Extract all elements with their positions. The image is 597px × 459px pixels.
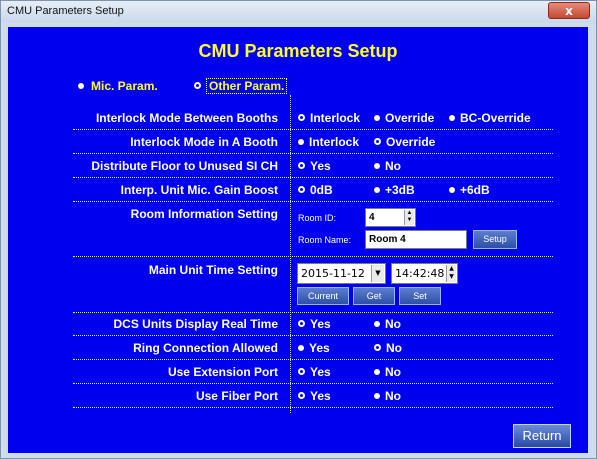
time-setting-label: Main Unit Time Setting [148, 263, 278, 277]
time-get-button[interactable]: Get [353, 287, 395, 305]
interlock-between-bc-override-radio[interactable]: BC-Override [449, 111, 531, 125]
radio-icon [298, 138, 304, 145]
radio-selected-icon [374, 138, 381, 146]
radio-selected-icon [298, 392, 305, 400]
radio-selected-icon [298, 320, 305, 328]
room-name-label: Room Name: [298, 235, 352, 245]
page-title: CMU Parameters Setup [198, 41, 398, 61]
room-setup-button[interactable]: Setup [473, 230, 517, 249]
interlock-between-interlock-radio[interactable]: Interlock [298, 111, 360, 125]
fiber-no-radio[interactable]: No [374, 389, 401, 403]
row-separator [73, 177, 553, 178]
ring-connection-label: Ring Connection Allowed [133, 341, 278, 355]
gain-0db-radio[interactable]: 0dB [298, 183, 333, 197]
row-separator [73, 359, 553, 360]
time-stepper[interactable]: 14:42:48 ▲ ▼ [391, 263, 458, 284]
room-id-label: Room ID: [298, 213, 337, 223]
time-current-button[interactable]: Current [297, 287, 349, 305]
radio-selected-icon [298, 368, 305, 376]
radio-selected-icon [194, 82, 201, 90]
row-separator [73, 312, 553, 313]
extension-no-radio[interactable]: No [374, 365, 401, 379]
time-set-button[interactable]: Set [399, 287, 441, 305]
radio-icon [78, 82, 84, 89]
room-name-input[interactable]: Room 4 [365, 230, 467, 249]
row-separator [73, 407, 553, 408]
radio-icon [374, 162, 380, 169]
row-separator [73, 129, 553, 130]
row-separator [73, 201, 553, 202]
return-button[interactable]: Return [513, 424, 571, 448]
chevron-down-icon[interactable]: ▼ [371, 265, 384, 282]
radio-icon [449, 186, 455, 193]
title-bar: CMU Parameters Setup x [1, 1, 596, 23]
window-title: CMU Parameters Setup [7, 5, 124, 17]
extension-port-label: Use Extension Port [167, 365, 278, 379]
distribute-yes-radio[interactable]: Yes [298, 159, 331, 173]
tab-mic-param[interactable]: Mic. Param. [78, 79, 160, 93]
radio-icon [374, 114, 380, 121]
radio-icon [374, 368, 380, 375]
close-button[interactable]: x [548, 2, 590, 19]
radio-icon [449, 114, 455, 121]
gain-3db-radio[interactable]: +3dB [374, 183, 415, 197]
fiber-port-label: Use Fiber Port [195, 389, 278, 403]
radio-icon [374, 186, 380, 193]
interlock-between-override-radio[interactable]: Override [374, 111, 434, 125]
app-window: CMU Parameters Setup x CMU Parameters Se… [0, 0, 597, 459]
date-picker[interactable]: 2015-11-12 ▼ [297, 263, 386, 284]
spin-arrows-icon[interactable]: ▲ ▼ [446, 265, 456, 282]
interlock-in-interlock-radio[interactable]: Interlock [298, 135, 359, 149]
column-divider [290, 95, 291, 413]
fiber-yes-radio[interactable]: Yes [298, 389, 331, 403]
distribute-no-radio[interactable]: No [374, 159, 401, 173]
spin-arrows-icon[interactable]: ▲ ▼ [404, 210, 414, 225]
radio-icon [374, 392, 380, 399]
gain-6db-radio[interactable]: +6dB [449, 183, 490, 197]
extension-yes-radio[interactable]: Yes [298, 365, 331, 379]
radio-selected-icon [298, 114, 305, 122]
radio-selected-icon [298, 162, 305, 170]
settings-panel: CMU Parameters Setup Mic. Param. Other P… [8, 27, 588, 453]
ring-yes-radio[interactable]: Yes [298, 341, 330, 355]
interlock-in-override-radio[interactable]: Override [374, 135, 435, 149]
ring-no-radio[interactable]: No [374, 341, 402, 355]
radio-icon [298, 344, 304, 351]
row-separator [73, 335, 553, 336]
radio-selected-icon [374, 344, 381, 352]
row-separator [73, 153, 553, 154]
interlock-in-label: Interlock Mode in A Booth [130, 135, 278, 149]
tab-other-param[interactable]: Other Param. [194, 78, 288, 94]
gain-boost-label: Interp. Unit Mic. Gain Boost [120, 183, 278, 197]
dcs-no-radio[interactable]: No [374, 317, 401, 331]
radio-icon [374, 320, 380, 327]
room-id-stepper[interactable]: 4 ▲ ▼ [365, 208, 416, 227]
interlock-between-label: Interlock Mode Between Booths [95, 111, 278, 125]
room-info-label: Room Information Setting [130, 207, 278, 221]
dcs-display-label: DCS Units Display Real Time [113, 317, 279, 331]
row-separator [73, 383, 553, 384]
dcs-yes-radio[interactable]: Yes [298, 317, 331, 331]
radio-selected-icon [298, 186, 305, 194]
distribute-floor-label: Distribute Floor to Unused SI CH [91, 159, 278, 173]
row-separator [73, 256, 553, 257]
